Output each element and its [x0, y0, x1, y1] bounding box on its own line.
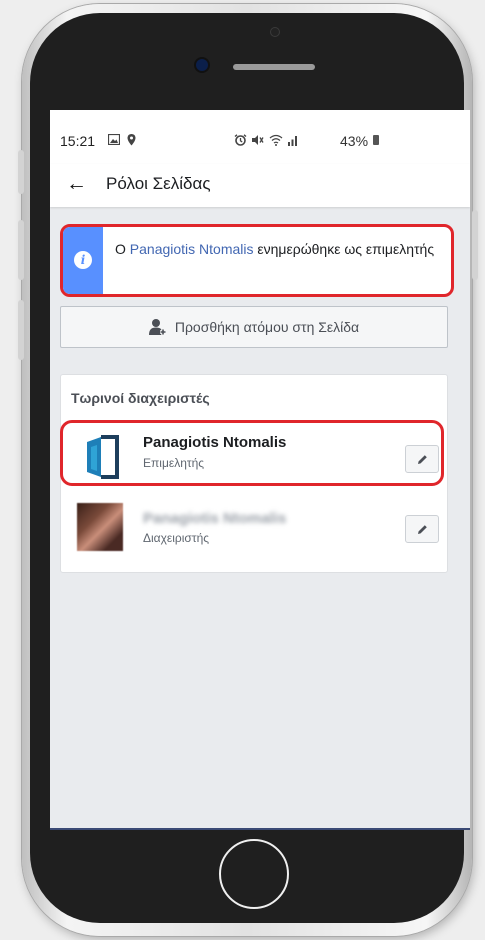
screen-bottom-edge — [50, 828, 470, 830]
status-bar: 15:21 43% — [50, 110, 470, 164]
admin-row[interactable]: Panagiotis Ntomalis Διαχειριστής — [61, 503, 447, 567]
status-icons-left — [107, 132, 136, 146]
logo-icon — [87, 435, 119, 479]
battery-percentage: 43% — [340, 133, 369, 149]
update-notice: i Ο Panagiotis Ntomalis ενημερώθηκε ως ε… — [60, 224, 454, 297]
edit-role-button[interactable] — [405, 515, 439, 543]
admin-role: Επιμελητής — [143, 456, 205, 470]
admin-role: Διαχειριστής — [143, 531, 210, 545]
notice-name-link[interactable]: Panagiotis Ntomalis — [130, 241, 254, 257]
phone-screen: 15:21 43% ← Ρόλοι Σελίδας i Ο Panagiotis… — [50, 110, 470, 830]
front-camera — [196, 59, 208, 71]
add-person-label: Προσθήκη ατόμου στη Σελίδα — [174, 319, 360, 335]
edit-role-button[interactable] — [405, 445, 439, 473]
pencil-icon — [417, 524, 427, 534]
notice-suffix: ενημερώθηκε ως επιμελητής — [257, 241, 435, 257]
profile-photo — [77, 503, 123, 551]
info-icon: i — [74, 251, 92, 269]
alarm-icon — [234, 134, 247, 146]
earpiece-speaker — [233, 64, 315, 70]
notice-message: Ο Panagiotis Ntomalis ενημερώθηκε ως επι… — [115, 239, 435, 259]
home-button[interactable] — [219, 839, 289, 909]
status-time: 15:21 — [60, 133, 96, 149]
status-icons-right — [234, 132, 299, 146]
wifi-icon — [269, 134, 283, 146]
page-title: Ρόλοι Σελίδας — [106, 174, 211, 193]
notice-prefix: Ο — [115, 241, 126, 257]
phone-side-button — [472, 210, 478, 280]
admins-heading: Τωρινοί διαχειριστές — [71, 390, 210, 406]
admin-row[interactable]: Panagiotis Ntomalis Επιμελητής — [60, 420, 447, 489]
phone-side-button — [18, 220, 24, 280]
admin-name: Panagiotis Ntomalis — [143, 434, 287, 451]
signal-icon — [288, 135, 298, 146]
add-person-icon — [148, 319, 166, 335]
notice-accent-stripe: i — [63, 227, 103, 294]
battery-icon — [373, 135, 379, 145]
mute-icon — [252, 134, 264, 145]
phone-side-button — [18, 300, 24, 360]
phone-side-button — [18, 150, 24, 194]
app-bar: ← Ρόλοι Σελίδας — [50, 164, 470, 207]
pencil-icon — [417, 454, 427, 464]
current-admins-card: Τωρινοί διαχειριστές Panagiotis Ntomalis… — [60, 374, 448, 573]
location-icon — [127, 133, 136, 146]
arrow-left-icon[interactable]: ← — [66, 172, 87, 196]
image-icon — [107, 134, 121, 146]
add-person-button[interactable]: Προσθήκη ατόμου στη Σελίδα — [60, 306, 448, 348]
front-sensor — [270, 27, 280, 37]
admin-name: Panagiotis Ntomalis — [143, 510, 287, 527]
